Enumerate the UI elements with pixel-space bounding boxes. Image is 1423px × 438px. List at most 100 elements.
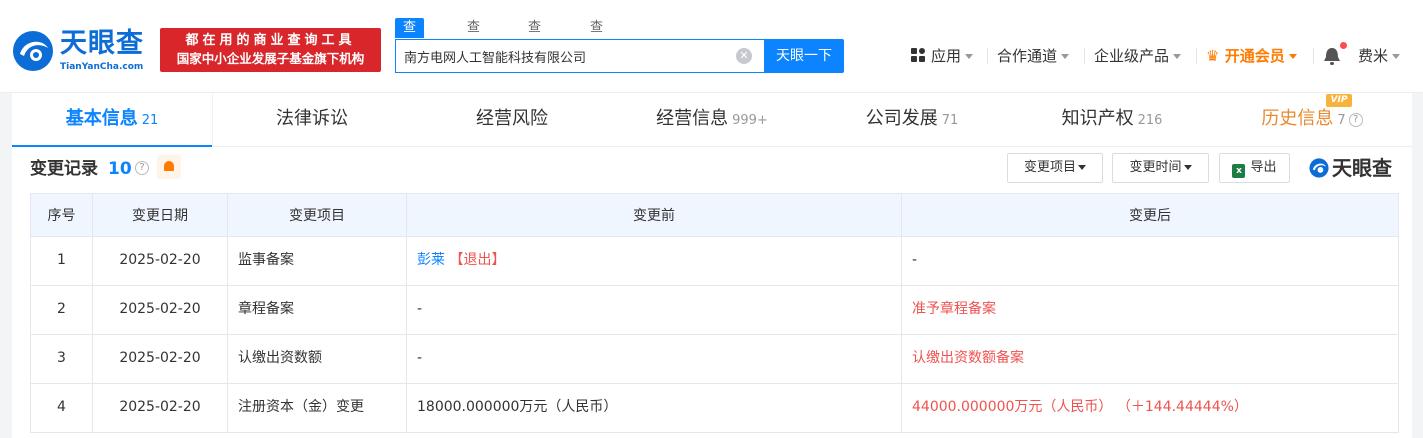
tianyancha-logo-icon <box>13 31 53 71</box>
search-tab-boss[interactable]: 查老板 <box>467 18 480 75</box>
tab-label: 经营信息 <box>656 108 729 129</box>
filter-time-label: 变更时间 <box>1129 160 1182 175</box>
export-label: 导出 <box>1250 160 1277 175</box>
tab-litigation[interactable]: 法律诉讼 <box>212 93 412 147</box>
search-box: ✕ <box>395 39 765 73</box>
nav-user[interactable]: 费米 <box>1358 44 1401 68</box>
top-header: 天眼查 TianYanCha.com 都在用的商业查询工具 国家中小企业发展子基… <box>0 0 1423 93</box>
cell-date: 2025-02-20 <box>92 383 228 433</box>
tab-history[interactable]: 历史信息 7? <box>1212 93 1412 147</box>
slogan-line-2: 国家中小企业发展子基金旗下机构 <box>176 51 365 66</box>
nav-divider <box>1196 48 1197 64</box>
col-header-before: 变更前 <box>406 193 902 237</box>
search-tab-company[interactable]: 查公司 <box>395 18 425 75</box>
tab-business-info[interactable]: 经营信息 999+ <box>612 93 812 147</box>
help-icon[interactable]: ? <box>1348 113 1363 127</box>
nav-vip[interactable]: ♛ 开通会员 <box>1206 44 1297 68</box>
monitor-alert-icon[interactable] <box>157 155 181 179</box>
search-tab-relation[interactable]: 查关系 <box>590 18 603 75</box>
search-input[interactable] <box>404 40 724 72</box>
tab-business-risk[interactable]: 经营风险 <box>412 93 612 147</box>
tianyancha-logo-icon <box>1309 158 1329 178</box>
clear-search-icon[interactable]: ✕ <box>736 48 752 64</box>
table-header-row: 序号 变更日期 变更项目 变更前 变更后 <box>30 193 1399 237</box>
change-records-table: 序号 变更日期 变更项目 变更前 变更后 1 2025-02-20 监事备案 彭… <box>30 193 1399 433</box>
nav-enterprise-label: 企业级产品 <box>1094 47 1170 65</box>
cell-no: 1 <box>30 236 93 286</box>
logo-text: 天眼查 <box>60 28 144 59</box>
tab-count: 21 <box>141 113 159 128</box>
change-percent: （＋144.44444%） <box>1116 399 1248 415</box>
chevron-down-icon <box>1392 54 1401 59</box>
cell-before: 彭莱 【退出】 <box>406 236 902 286</box>
cell-no: 3 <box>30 334 93 384</box>
filter-change-time-dropdown[interactable]: 变更时间 <box>1112 153 1209 183</box>
table-row: 4 2025-02-20 注册资本（金）变更 18000.000000万元（人民… <box>30 383 1399 433</box>
cell-no: 4 <box>30 383 93 433</box>
apps-grid-icon[interactable] <box>911 48 927 64</box>
tab-ip[interactable]: 知识产权 216 <box>1012 93 1212 147</box>
slogan-banner[interactable]: 都在用的商业查询工具 国家中小企业发展子基金旗下机构 <box>160 28 381 72</box>
tab-count: 999+ <box>732 113 768 128</box>
cell-no: 2 <box>30 285 93 335</box>
caret-down-icon <box>1183 165 1192 170</box>
tab-label: 知识产权 <box>1061 108 1134 129</box>
tab-label: 公司发展 <box>865 108 938 129</box>
col-header-after: 变更后 <box>901 193 1399 237</box>
cell-date: 2025-02-20 <box>92 334 228 384</box>
vip-badge: VIP <box>1326 94 1352 107</box>
nav-enterprise[interactable]: 企业级产品 <box>1094 44 1182 68</box>
cell-item: 注册资本（金）变更 <box>227 383 407 433</box>
bell-icon[interactable] <box>1322 45 1342 67</box>
filter-item-label: 变更项目 <box>1023 160 1076 175</box>
nav-divider <box>987 48 988 64</box>
cell-after: - <box>901 236 1399 286</box>
table-row: 1 2025-02-20 监事备案 彭莱 【退出】 - <box>30 236 1399 286</box>
nav-channel[interactable]: 合作通道 <box>997 44 1070 68</box>
cell-date: 2025-02-20 <box>92 285 228 335</box>
tab-basic-info[interactable]: 基本信息 21 <box>12 93 212 147</box>
col-header-date: 变更日期 <box>92 193 228 237</box>
table-row: 3 2025-02-20 认缴出资数额 - 认缴出资数额备案 <box>30 334 1399 384</box>
cell-item: 认缴出资数额 <box>227 334 407 384</box>
nav-user-label: 费米 <box>1358 47 1389 65</box>
company-tab-bar: 基本信息 21 法律诉讼 经营风险 经营信息 999+ 公司发展 71 知识产权 216… <box>12 93 1412 147</box>
excel-icon: x <box>1232 164 1246 178</box>
nav-vip-label: 开通会员 <box>1224 47 1285 65</box>
notification-dot <box>1340 42 1347 49</box>
caret-down-icon <box>1078 165 1086 170</box>
tab-development[interactable]: 公司发展 71 <box>812 93 1012 147</box>
cell-after: 准予章程备案 <box>901 285 1399 335</box>
export-button[interactable]: x 导出 <box>1219 153 1290 183</box>
search-button[interactable]: 天眼一下 <box>764 39 844 73</box>
change-records-section: 变更记录 10 ? 变更项目 变更时间 x 导出 天眼查 序号 变更日期 变更项… <box>12 147 1412 438</box>
cell-date: 2025-02-20 <box>92 236 228 286</box>
tab-label: 法律诉讼 <box>276 108 348 129</box>
tab-label: 经营风险 <box>476 108 548 129</box>
col-header-no: 序号 <box>30 193 93 237</box>
tab-label: 历史信息 <box>1261 108 1334 129</box>
search-tab-risk[interactable]: 查风险 <box>528 18 541 75</box>
person-link[interactable]: 彭莱 <box>417 252 445 268</box>
section-count: 10 <box>108 159 132 179</box>
cell-after: 认缴出资数额备案 <box>901 334 1399 384</box>
site-logo[interactable]: 天眼查 TianYanCha.com <box>10 28 155 74</box>
tab-label: 基本信息 <box>65 108 138 129</box>
filter-change-item-dropdown[interactable]: 变更项目 <box>1007 153 1103 183</box>
table-row: 2 2025-02-20 章程备案 - 准予章程备案 <box>30 285 1399 335</box>
help-icon[interactable]: ? <box>135 161 149 175</box>
cell-before: - <box>406 285 902 335</box>
chevron-down-icon <box>1061 54 1070 59</box>
cell-before: 18000.000000万元（人民币） <box>406 383 902 433</box>
section-title: 变更记录 <box>30 159 98 179</box>
nav-apps[interactable]: 应用 <box>931 44 974 68</box>
nav-divider <box>1313 48 1314 64</box>
tab-count: 71 <box>941 113 959 128</box>
nav-apps-label: 应用 <box>931 47 962 65</box>
exit-tag: 【退出】 <box>449 252 506 268</box>
cell-item: 章程备案 <box>227 285 407 335</box>
chevron-down-icon <box>1288 54 1297 59</box>
after-value: 44000.000000万元（人民币） <box>912 399 1113 415</box>
slogan-line-1: 都在用的商业查询工具 <box>185 33 356 48</box>
tab-count: 216 <box>1137 113 1163 128</box>
